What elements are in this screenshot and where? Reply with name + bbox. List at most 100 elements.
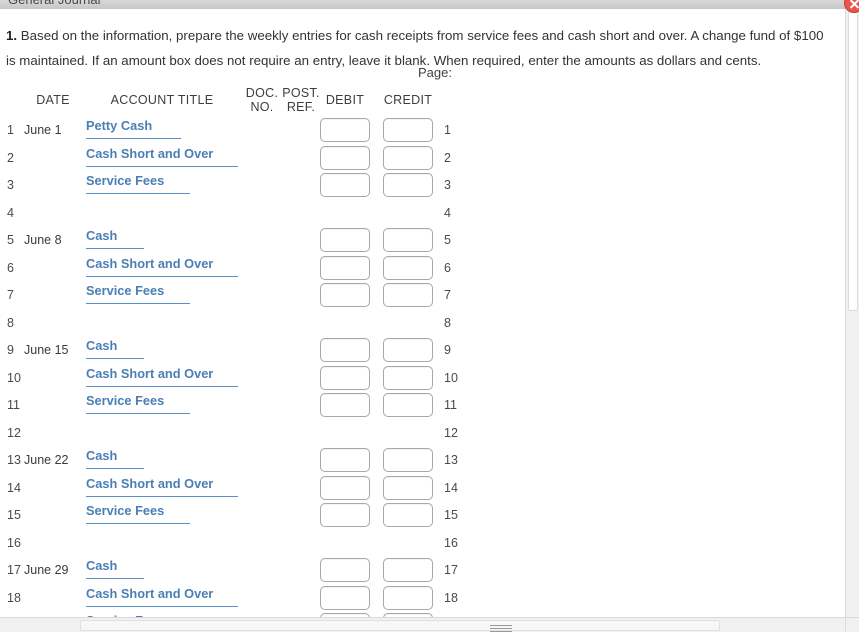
row-number-left: 5 — [7, 233, 14, 247]
credit-input[interactable] — [383, 145, 433, 170]
instructions-body: Based on the information, prepare the we… — [6, 28, 824, 68]
table-row: 88 — [0, 308, 500, 336]
debit-input[interactable] — [320, 255, 370, 280]
instructions-number: 1. — [6, 28, 18, 43]
row-number-left: 13 — [7, 453, 21, 467]
row-number-left: 11 — [7, 398, 20, 412]
debit-input[interactable] — [320, 558, 370, 582]
table-row: 11 Service Fees 11 — [0, 390, 500, 418]
row-number-left: 14 — [7, 480, 21, 495]
grip-line-2 — [490, 628, 512, 629]
table-row: 6 Cash Short and Over 6 — [0, 253, 500, 281]
cell-account-title[interactable]: Service Fees — [86, 503, 190, 524]
cell-account-title[interactable]: Service Fees — [86, 283, 190, 304]
credit-input[interactable] — [383, 173, 433, 197]
journal-rows: 1 June 1 Petty Cash 1 2 Cash Short and Over 2 3… — [0, 115, 500, 617]
cell-account-title[interactable]: Cash Short and Over — [86, 256, 238, 277]
debit-input[interactable] — [320, 365, 370, 390]
debit-input[interactable] — [320, 475, 370, 500]
debit-input[interactable] — [320, 338, 370, 362]
column-header-post-ref: POST. REF. — [281, 86, 321, 114]
row-number-right: 7 — [444, 288, 451, 302]
debit-input[interactable] — [320, 228, 370, 252]
row-number-right: 18 — [444, 590, 458, 605]
cell-account-title[interactable]: Service Fees — [86, 393, 190, 414]
page-label: Page: — [418, 65, 452, 80]
row-number-right: 12 — [444, 425, 458, 440]
journal-table: DATE ACCOUNT TITLE DOC. NO. POST. REF. D… — [0, 86, 500, 617]
table-row: 1 June 1 Petty Cash 1 — [0, 115, 500, 143]
credit-input[interactable] — [383, 393, 433, 417]
credit-input[interactable] — [383, 448, 433, 472]
table-row: 14 Cash Short and Over 14 — [0, 473, 500, 501]
cell-account-title[interactable]: Cash — [86, 558, 144, 579]
column-header-credit: CREDIT — [383, 93, 433, 107]
column-header-post-ref-line1: POST. — [282, 86, 320, 100]
credit-input[interactable] — [383, 558, 433, 582]
debit-input[interactable] — [320, 585, 370, 610]
credit-input[interactable] — [383, 585, 433, 610]
row-number-right: 4 — [444, 205, 451, 220]
row-number-right: 1 — [444, 123, 451, 137]
cell-date: June 8 — [24, 233, 62, 247]
debit-input[interactable] — [320, 503, 370, 527]
vertical-scrollbar[interactable] — [845, 9, 859, 617]
horizontal-scrollbar[interactable] — [0, 617, 845, 632]
cell-account-title[interactable]: Cash — [86, 448, 144, 469]
row-number-left: 16 — [7, 535, 21, 550]
debit-input[interactable] — [320, 118, 370, 142]
row-number-right: 14 — [444, 480, 458, 495]
row-number-right: 5 — [444, 233, 451, 247]
cell-account-title[interactable]: Cash Short and Over — [86, 586, 238, 607]
row-number-left: 1 — [7, 123, 14, 137]
debit-input[interactable] — [320, 283, 370, 307]
column-header-doc-no: DOC. NO. — [243, 86, 281, 114]
cell-account-title[interactable]: Cash Short and Over — [86, 146, 238, 167]
table-row: 12 12 — [0, 418, 500, 446]
row-number-left: 2 — [7, 150, 14, 165]
credit-input[interactable] — [383, 228, 433, 252]
row-number-left: 18 — [7, 590, 21, 605]
cell-account-title[interactable]: Service Fees — [86, 173, 190, 194]
credit-input[interactable] — [383, 118, 433, 142]
column-header-account-title: ACCOUNT TITLE — [110, 93, 214, 107]
debit-input[interactable] — [320, 448, 370, 472]
cell-date: June 1 — [24, 123, 62, 137]
journal-header-row: DATE ACCOUNT TITLE DOC. NO. POST. REF. D… — [0, 86, 500, 115]
table-row: 18 Cash Short and Over 18 — [0, 583, 500, 611]
row-number-left: 6 — [7, 260, 14, 275]
row-number-left: 7 — [7, 288, 14, 302]
credit-input[interactable] — [383, 283, 433, 307]
grip-line-1 — [490, 625, 512, 626]
cell-account-title[interactable]: Cash — [86, 338, 144, 359]
column-header-doc-no-line2: NO. — [250, 100, 274, 114]
window-title: General Journal — [8, 0, 101, 7]
table-row: 5 June 8 Cash 5 — [0, 225, 500, 253]
cell-account-title[interactable]: Cash Short and Over — [86, 476, 238, 497]
row-number-right: 3 — [444, 178, 451, 192]
scrollbar-corner — [845, 617, 859, 632]
vertical-scrollbar-thumb[interactable] — [848, 11, 858, 311]
horizontal-scrollbar-thumb[interactable] — [80, 620, 720, 632]
cell-date: June 15 — [24, 343, 69, 357]
credit-input[interactable] — [383, 365, 433, 390]
debit-input[interactable] — [320, 145, 370, 170]
credit-input[interactable] — [383, 503, 433, 527]
column-header-debit: DEBIT — [325, 93, 365, 107]
table-row: 19Service Fees19 — [0, 610, 500, 617]
row-number-left: 15 — [7, 508, 21, 522]
cell-account-title[interactable]: Cash Short and Over — [86, 366, 238, 387]
row-number-right: 2 — [444, 150, 451, 165]
row-number-right: 10 — [444, 370, 458, 385]
cell-account-title[interactable]: Cash — [86, 228, 144, 249]
cell-account-title[interactable]: Petty Cash — [86, 118, 181, 139]
credit-input[interactable] — [383, 338, 433, 362]
cell-date: June 22 — [24, 453, 69, 467]
credit-input[interactable] — [383, 255, 433, 280]
debit-input[interactable] — [320, 173, 370, 197]
row-number-left: 9 — [7, 343, 14, 357]
debit-input[interactable] — [320, 393, 370, 417]
table-row: 3 Service Fees 3 — [0, 170, 500, 198]
row-number-right: 8 — [444, 315, 451, 330]
credit-input[interactable] — [383, 475, 433, 500]
